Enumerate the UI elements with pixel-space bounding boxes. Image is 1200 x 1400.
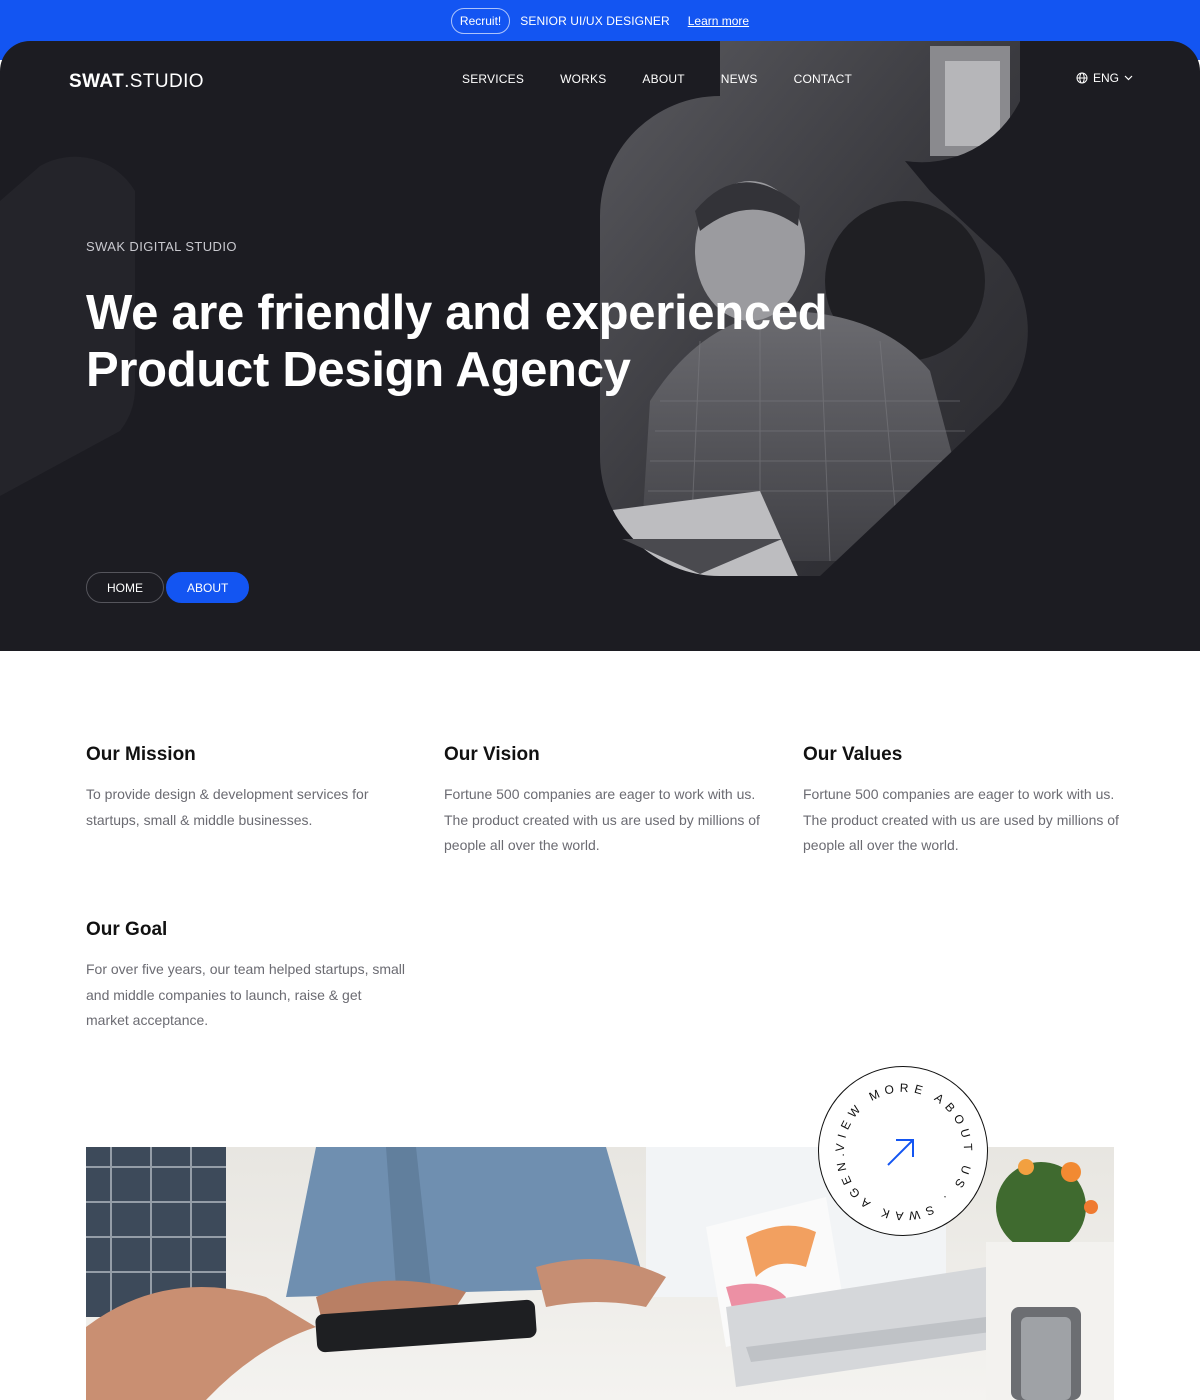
nav-about[interactable]: ABOUT [642, 72, 684, 86]
badge-graphic: VIEW MORE ABOUT US . SWAK AGEN. [833, 1081, 975, 1224]
language-selector[interactable]: ENG [1076, 71, 1133, 85]
goal-title: Our Goal [86, 919, 168, 940]
nav-contact[interactable]: CONTACT [794, 72, 853, 86]
badge-circle-text: VIEW MORE ABOUT US . SWAK AGEN. [833, 1081, 975, 1224]
announcement-role: SENIOR UI/UX DESIGNER [520, 13, 670, 28]
mission-title: Our Mission [86, 744, 196, 765]
nav-news[interactable]: NEWS [721, 72, 758, 86]
breadcrumb: HOME ABOUT [86, 572, 250, 603]
values-block: Our Values Fortune 500 companies are eag… [803, 744, 1123, 859]
mission-text: To provide design & development services… [86, 786, 369, 828]
main-nav: SERVICES WORKS ABOUT NEWS CONTACT [462, 72, 852, 86]
nav-works[interactable]: WORKS [560, 72, 606, 86]
arrow-up-right-icon [887, 1139, 914, 1166]
language-label: ENG [1093, 71, 1120, 85]
nav-services[interactable]: SERVICES [462, 72, 524, 86]
hero-headline: We are friendly and experienced Product … [86, 285, 866, 399]
hero-eyebrow: SWAK DIGITAL STUDIO [86, 239, 237, 254]
breadcrumb-home[interactable]: HOME [86, 572, 164, 603]
vision-text: Fortune 500 companies are eager to work … [444, 786, 760, 853]
learn-more-link[interactable]: Learn more [688, 14, 749, 28]
hero-section: SWAT.STUDIO SERVICES WORKS ABOUT NEWS CO… [0, 41, 1200, 651]
logo-light-text: .STUDIO [124, 71, 204, 92]
recruit-badge: Recruit! [450, 7, 511, 34]
goal-text: For over five years, our team helped sta… [86, 961, 406, 1028]
logo-bold-text: SWAT [69, 71, 125, 92]
goal-block: Our Goal For over five years, our team h… [86, 919, 406, 1034]
view-more-about-us-badge[interactable]: VIEW MORE ABOUT US . SWAK AGEN. [818, 1066, 988, 1236]
globe-icon [1076, 72, 1088, 84]
mission-block: Our Mission To provide design & developm… [86, 744, 406, 833]
hero-headline-line-1: We are friendly and experienced [86, 286, 828, 340]
vision-block: Our Vision Fortune 500 companies are eag… [444, 744, 764, 859]
site-logo[interactable]: SWAT.STUDIO [69, 71, 204, 93]
hero-headline-line-2: Product Design Agency [86, 343, 631, 397]
chevron-down-icon [1124, 75, 1133, 81]
breadcrumb-about[interactable]: ABOUT [166, 572, 250, 603]
values-title: Our Values [803, 744, 903, 765]
vision-title: Our Vision [444, 744, 540, 765]
values-text: Fortune 500 companies are eager to work … [803, 786, 1119, 853]
